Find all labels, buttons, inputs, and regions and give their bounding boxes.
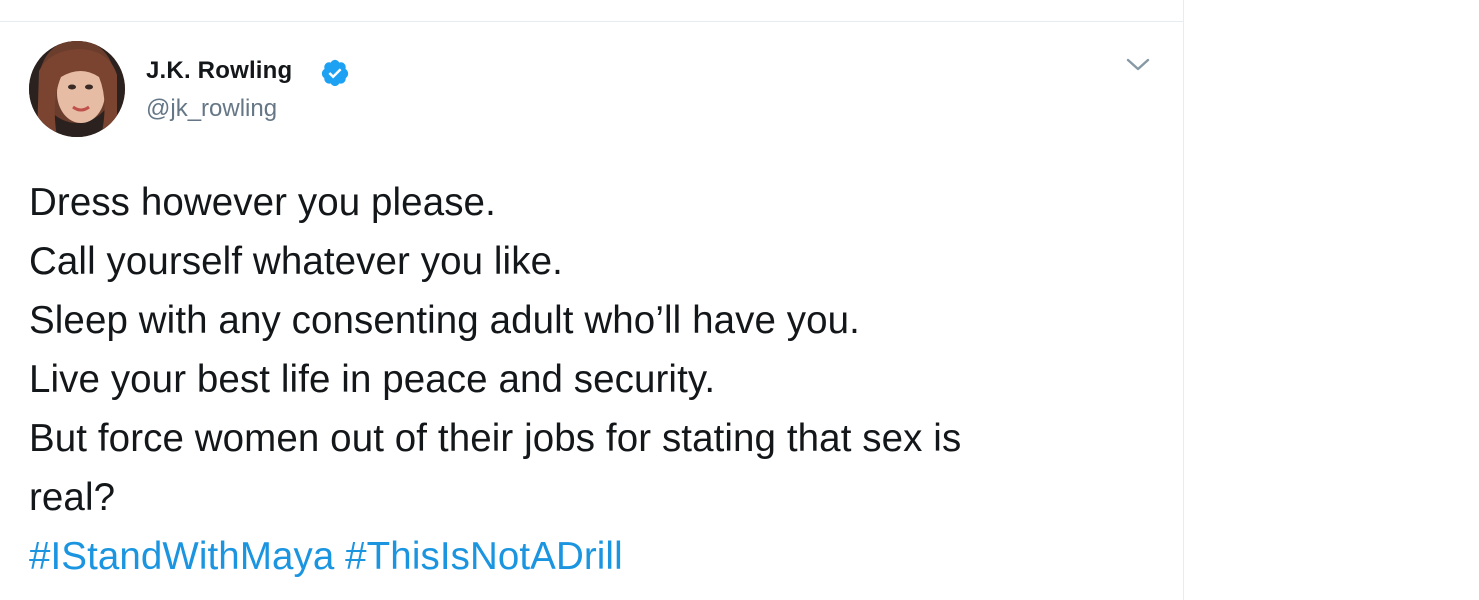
chevron-down-icon[interactable] [1124, 55, 1152, 75]
avatar-image [29, 41, 125, 137]
author-name[interactable]: J.K. Rowling [146, 57, 292, 85]
hashtag-row: #IStandWithMaya #ThisIsNotADrill [29, 527, 1159, 586]
right-sidebar [1183, 0, 1479, 600]
tweet-line: real? [29, 476, 116, 519]
verified-badge-icon [321, 59, 349, 87]
tweet-line: Live your best life in peace and securit… [29, 358, 716, 401]
hashtag-link[interactable]: #IStandWithMaya [29, 535, 334, 578]
previous-tweet-divider [0, 0, 1183, 22]
tweet-line: Dress however you please. [29, 181, 496, 224]
tweet-line: Call yourself whatever you like. [29, 240, 563, 283]
author-handle[interactable]: @jk_rowling [146, 95, 277, 123]
avatar[interactable] [29, 41, 125, 137]
page: J.K. Rowling @jk_rowling Dress however y… [0, 0, 1479, 600]
tweet-text: Dress however you please. Call yourself … [29, 173, 1159, 586]
hashtag-link[interactable]: #ThisIsNotADrill [345, 535, 623, 578]
tweet-card[interactable]: J.K. Rowling @jk_rowling Dress however y… [0, 23, 1183, 600]
tweet-line: Sleep with any consenting adult who’ll h… [29, 299, 860, 342]
tweet-line: But force women out of their jobs for st… [29, 417, 962, 460]
